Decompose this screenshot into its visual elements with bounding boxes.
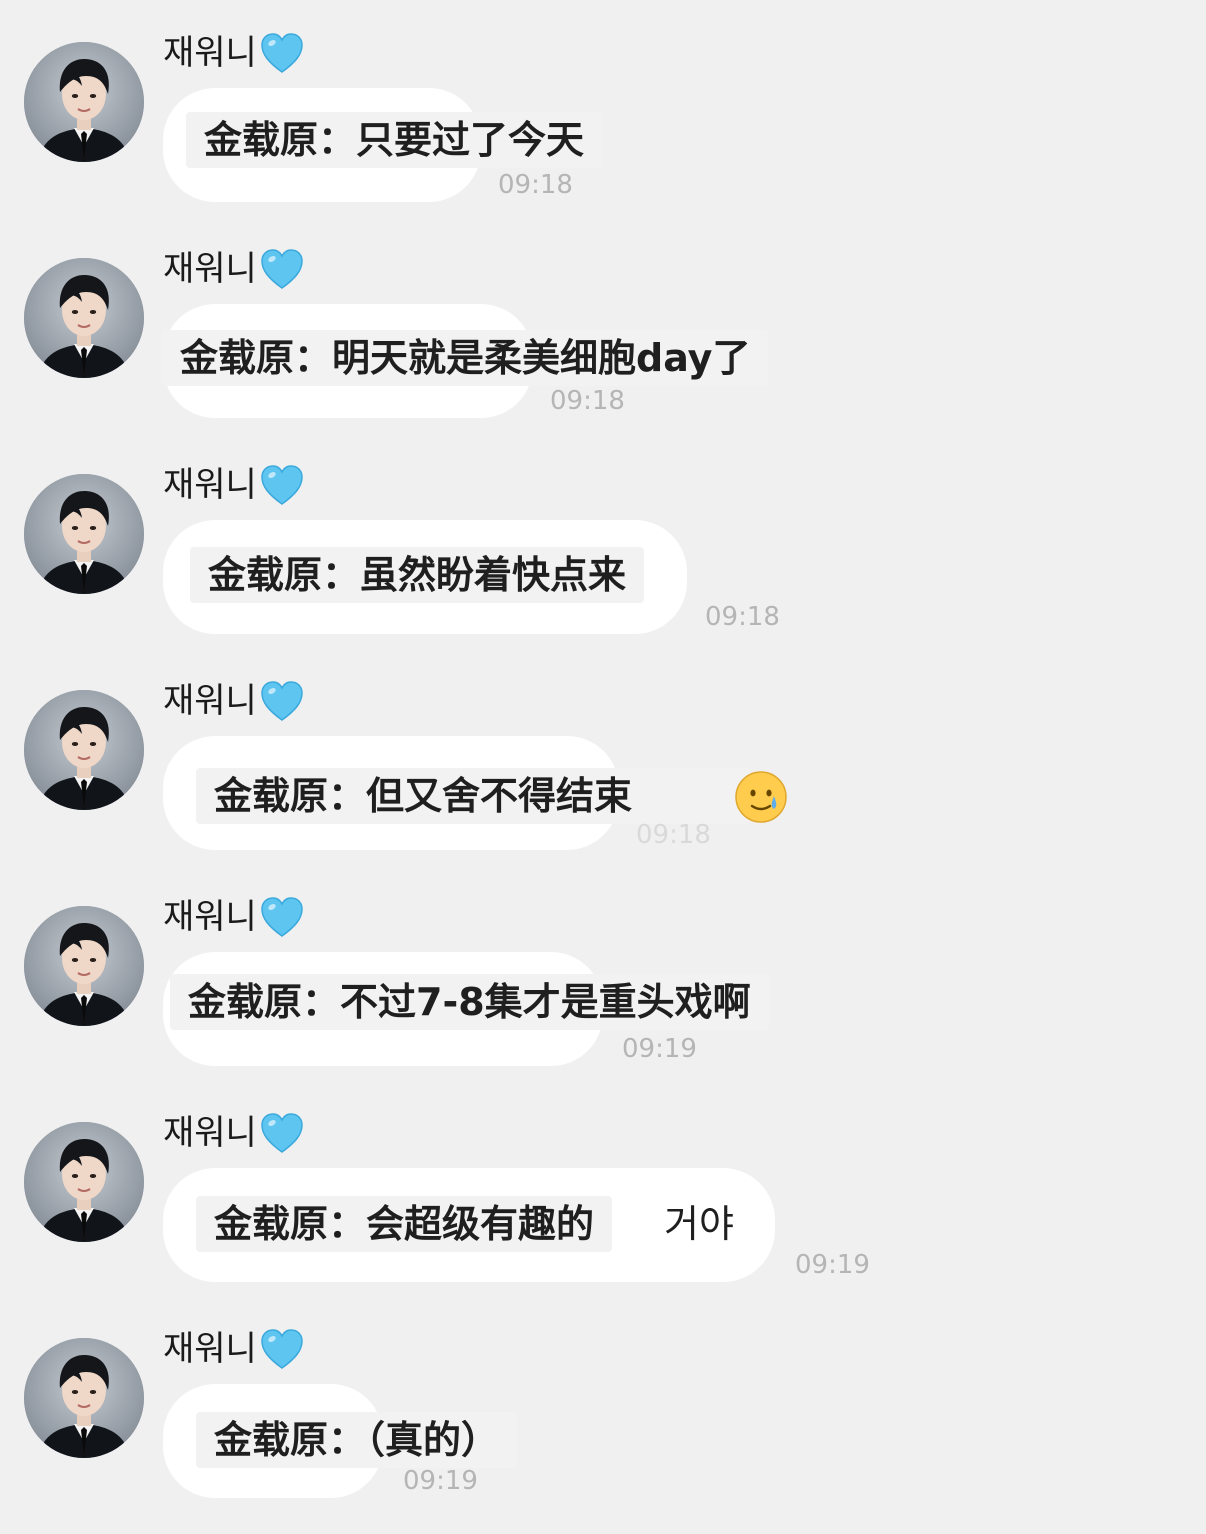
message-time: 09:18 [636,820,711,850]
message-text: 金载原：虽然盼着快点来 [190,547,645,603]
message-text: 金载原：明天就是柔美细胞day了 [162,330,769,386]
message-item[interactable]: 재워니 金载原：会超级有趣的 거야 09:19 [0,1080,1206,1296]
avatar[interactable] [24,474,144,594]
heart-icon [260,248,304,294]
sender-name: 재워니 [163,33,257,73]
heart-icon [260,680,304,726]
message-text: 金载原：不过7-8集才是重头戏啊 [170,974,769,1030]
message-item[interactable]: 재워니 金载原：明天就是柔美细胞day了 09:18 [0,216,1206,432]
message-time: 09:19 [403,1466,478,1496]
sender-name: 재워니 [163,1113,257,1153]
sender-row: 재워니 [163,1108,304,1158]
sender-row: 재워니 [163,892,304,942]
avatar[interactable] [24,906,144,1026]
message-time: 09:19 [622,1034,697,1064]
heart-icon [260,1328,304,1374]
heart-icon [260,464,304,510]
message-item[interactable]: 재워니 金载原：不过7-8集才是重头戏啊 09:19 [0,864,1206,1080]
sender-name: 재워니 [163,465,257,505]
message-item[interactable]: 재워니 金载原：只要过了今天 09:18 [0,0,1206,216]
sender-row: 재워니 [163,1324,304,1374]
message-item[interactable]: 재워니 金载原：但又舍不得结束 09:18 [0,648,1206,864]
sender-name: 재워니 [163,897,257,937]
message-item[interactable]: 재워니 金载原：虽然盼着快点来 09:18 [0,432,1206,648]
sender-row: 재워니 [163,28,304,78]
sender-name: 재워니 [163,681,257,721]
heart-icon [260,1112,304,1158]
message-text: 金载原：会超级有趣的 [196,1196,613,1252]
message-text: 金载原：（真的） [196,1412,518,1468]
message-time: 09:18 [498,170,573,200]
message-text: 金载原：只要过了今天 [186,112,603,168]
message-time: 09:18 [550,386,625,416]
heart-icon [260,32,304,78]
avatar[interactable] [24,1122,144,1242]
sender-name: 재워니 [163,1329,257,1369]
avatar[interactable] [24,690,144,810]
message-time: 09:19 [795,1250,870,1280]
avatar[interactable] [24,42,144,162]
sender-row: 재워니 [163,244,304,294]
message-item[interactable]: 재워니 金载原：（真的） 09:19 [0,1296,1206,1512]
heart-icon [260,896,304,942]
message-tail-text: 거야 [664,1202,734,1246]
avatar[interactable] [24,1338,144,1458]
sender-row: 재워니 [163,460,304,510]
sender-name: 재워니 [163,249,257,289]
message-time: 09:18 [705,602,780,632]
crying-smile-emoji [734,770,788,828]
avatar[interactable] [24,258,144,378]
sender-row: 재워니 [163,676,304,726]
message-text: 金载原：但又舍不得结束 [196,768,751,824]
